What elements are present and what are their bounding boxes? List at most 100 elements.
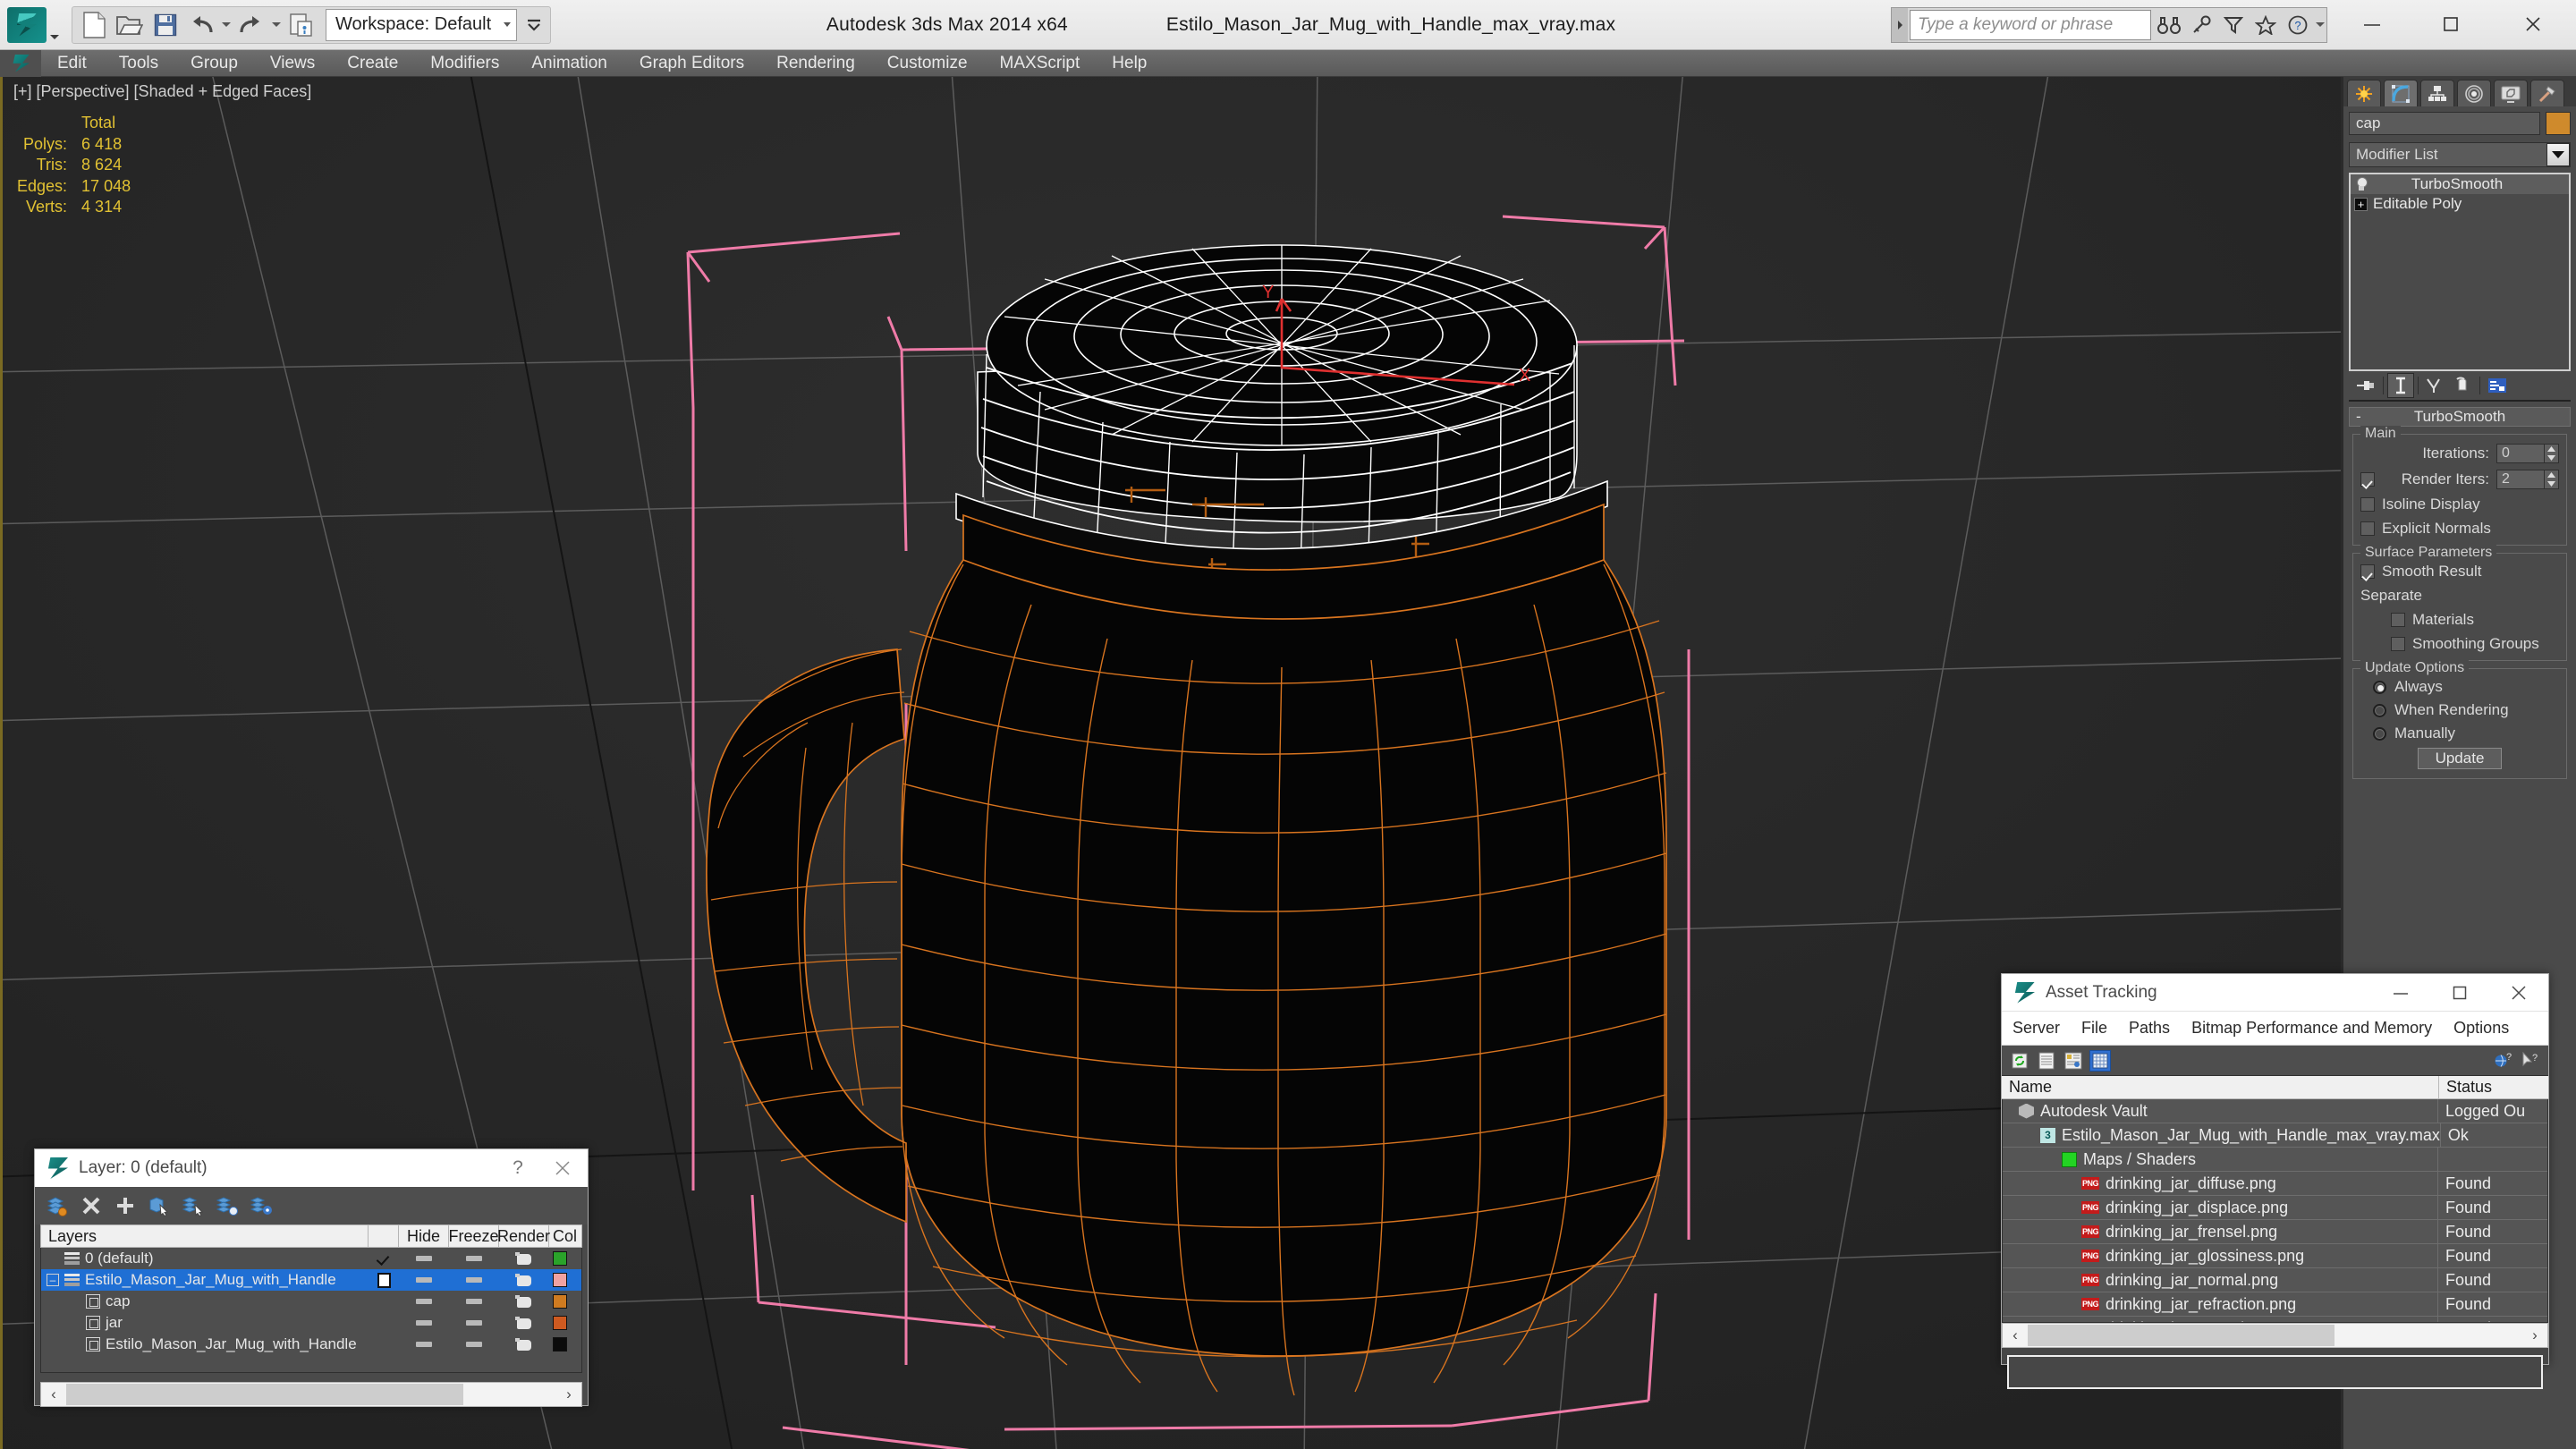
lightbulb-icon[interactable] — [2354, 177, 2368, 191]
workspace-caret-icon[interactable] — [504, 22, 512, 27]
new-file-icon[interactable] — [77, 9, 111, 41]
layer-color-swatch[interactable] — [549, 1337, 581, 1352]
asset-menu-paths[interactable]: Paths — [2118, 1019, 2181, 1038]
open-file-icon[interactable] — [113, 9, 147, 41]
hide-toggle[interactable] — [399, 1299, 449, 1304]
table-row[interactable]: PNG drinking_jar_normal.png Found — [2003, 1268, 2547, 1292]
freeze-toggle[interactable] — [449, 1299, 499, 1304]
asset-tracking-horizontal-scrollbar[interactable]: ‹ › — [2002, 1323, 2548, 1348]
column-header-current[interactable] — [369, 1225, 399, 1247]
column-header-render[interactable]: Render — [497, 1225, 550, 1247]
update-when-rendering-radio[interactable] — [2373, 703, 2386, 717]
show-end-result-icon[interactable] — [2387, 373, 2414, 398]
asset-menu-bitmap-performance[interactable]: Bitmap Performance and Memory — [2181, 1019, 2443, 1038]
binoculars-icon[interactable] — [2153, 8, 2185, 42]
new-layer-icon[interactable] — [44, 1192, 71, 1219]
close-button[interactable] — [2490, 0, 2576, 48]
render-iters-value[interactable]: 2 — [2496, 470, 2545, 489]
set-project-folder-icon[interactable] — [284, 9, 318, 41]
layer-color-swatch[interactable] — [549, 1294, 581, 1309]
column-header-freeze[interactable]: Freeze — [448, 1225, 499, 1247]
help-dropdown-icon[interactable] — [2314, 9, 2326, 41]
table-row[interactable]: PNG drinking_jar_diffuse.png Found — [2003, 1172, 2547, 1196]
render-iters-checkbox[interactable] — [2360, 472, 2375, 487]
render-toggle[interactable] — [499, 1251, 549, 1266]
menu-item-modifiers[interactable]: Modifiers — [414, 50, 515, 77]
hide-toggle[interactable] — [399, 1256, 449, 1261]
iterations-spinner[interactable]: 0 — [2496, 444, 2559, 463]
list-item[interactable]: 0 (default) — [41, 1248, 581, 1269]
isoline-display-row[interactable]: Isoline Display — [2360, 496, 2559, 513]
layer-properties-icon[interactable] — [248, 1192, 275, 1219]
layer-horizontal-scrollbar[interactable]: ‹ › — [40, 1382, 582, 1407]
minimize-button[interactable] — [2333, 0, 2411, 48]
modify-tab[interactable] — [2384, 80, 2418, 106]
layer-list[interactable]: 0 (default) – Estilo_Mason_Jar_Mug_with_H… — [40, 1248, 582, 1373]
app-menu-caret-icon[interactable] — [47, 7, 63, 43]
layer-dialog-help-button[interactable]: ? — [498, 1149, 538, 1187]
list-view-icon[interactable] — [2036, 1050, 2057, 1072]
add-layer-icon[interactable] — [112, 1192, 139, 1219]
update-always-radio[interactable] — [2373, 680, 2386, 694]
asset-menu-server[interactable]: Server — [2002, 1019, 2071, 1038]
freeze-toggle[interactable] — [449, 1277, 499, 1283]
layer-color-swatch[interactable] — [549, 1273, 581, 1287]
configure-sets-icon[interactable] — [2484, 373, 2511, 398]
update-always-row[interactable]: Always — [2360, 678, 2559, 696]
freeze-toggle[interactable] — [449, 1342, 499, 1347]
separate-materials-checkbox[interactable] — [2391, 613, 2405, 627]
layer-dialog-close-button[interactable] — [538, 1149, 588, 1187]
help-arrow-icon[interactable]: ? — [2520, 1050, 2541, 1072]
table-row[interactable]: Autodesk Vault Logged Ou — [2003, 1099, 2547, 1123]
menu-item-animation[interactable]: Animation — [515, 50, 623, 77]
table-row[interactable]: PNG drinking_jar_frensel.png Found — [2003, 1220, 2547, 1244]
save-file-icon[interactable] — [148, 9, 182, 41]
delete-layer-icon[interactable] — [78, 1192, 105, 1219]
remove-modifier-icon[interactable] — [2449, 373, 2476, 398]
update-button[interactable]: Update — [2418, 748, 2502, 769]
list-item[interactable]: cap — [41, 1291, 581, 1312]
redo-dropdown-icon[interactable] — [270, 9, 283, 41]
column-header-layers[interactable]: Layers — [41, 1225, 369, 1247]
freeze-toggle[interactable] — [449, 1256, 499, 1261]
rollout-header[interactable]: - TurboSmooth — [2349, 407, 2571, 427]
asset-tracking-maximize-button[interactable] — [2430, 974, 2489, 1012]
modifier-list-dropdown[interactable]: Modifier List — [2349, 142, 2571, 167]
scroll-track[interactable] — [2028, 1325, 2522, 1346]
column-header-status[interactable]: Status — [2439, 1076, 2548, 1098]
scroll-left-icon[interactable]: ‹ — [41, 1383, 66, 1406]
render-toggle[interactable] — [499, 1294, 549, 1309]
asset-menu-file[interactable]: File — [2071, 1019, 2118, 1038]
refresh-icon[interactable] — [2009, 1050, 2030, 1072]
scroll-track[interactable] — [66, 1384, 556, 1405]
grid-view-icon[interactable] — [2089, 1049, 2111, 1072]
modifier-list-caret-icon[interactable] — [2546, 143, 2570, 166]
make-unique-icon[interactable] — [2422, 373, 2449, 398]
update-when-rendering-row[interactable]: When Rendering — [2360, 701, 2559, 719]
undo-icon[interactable] — [184, 9, 218, 41]
iterations-spinner-arrows[interactable] — [2545, 444, 2559, 463]
list-item[interactable]: jar — [41, 1312, 581, 1334]
modifier-stack-item-editable-poly[interactable]: + Editable Poly — [2351, 194, 2569, 214]
object-name-input[interactable]: cap — [2349, 112, 2540, 135]
render-toggle[interactable] — [499, 1316, 549, 1330]
pin-stack-icon[interactable] — [2352, 373, 2379, 398]
highlight-selected-icon[interactable] — [214, 1192, 241, 1219]
menu-item-edit[interactable]: Edit — [41, 50, 103, 77]
asset-tracking-minimize-button[interactable] — [2371, 974, 2430, 1012]
column-header-hide[interactable]: Hide — [399, 1225, 449, 1247]
key-icon[interactable] — [2185, 8, 2217, 42]
scroll-thumb[interactable] — [2028, 1325, 2334, 1346]
menu-item-customize[interactable]: Customize — [871, 50, 984, 77]
collapse-minus-icon[interactable]: – — [47, 1274, 59, 1286]
hierarchy-tab[interactable] — [2420, 80, 2454, 106]
menu-logo-icon[interactable] — [0, 49, 41, 77]
details-view-icon[interactable] — [2063, 1050, 2084, 1072]
update-manually-row[interactable]: Manually — [2360, 724, 2559, 742]
create-tab[interactable] — [2347, 80, 2381, 106]
separate-smoothing-groups-row[interactable]: Smoothing Groups — [2360, 635, 2559, 653]
smooth-result-checkbox[interactable] — [2360, 564, 2375, 579]
star-icon[interactable] — [2250, 8, 2282, 42]
scroll-left-icon[interactable]: ‹ — [2003, 1324, 2028, 1347]
smooth-result-row[interactable]: Smooth Result — [2360, 563, 2559, 580]
